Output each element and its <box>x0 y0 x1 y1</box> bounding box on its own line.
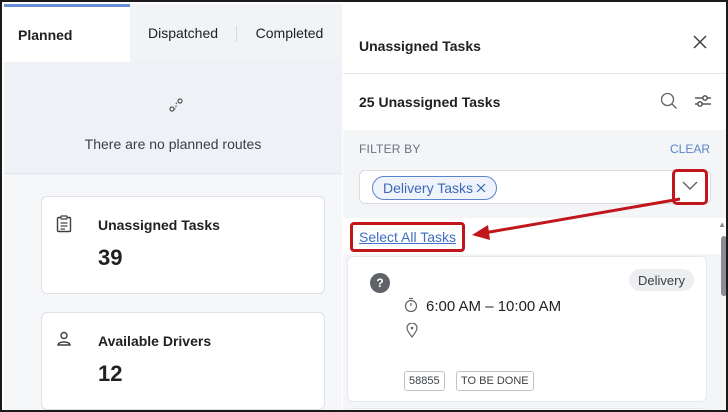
tab-completed-label: Completed <box>255 25 324 41</box>
empty-message: There are no planned routes <box>84 136 262 152</box>
unassigned-tasks-panel: Unassigned Tasks 25 Unassigned Tasks FIL… <box>343 4 726 410</box>
next-task-card[interactable] <box>347 408 707 410</box>
routes-panel: Planned Dispatched Completed There are n… <box>4 4 342 410</box>
route-icon <box>169 98 183 115</box>
task-count: 25 Unassigned Tasks <box>359 94 501 110</box>
location-pin-icon <box>406 322 418 343</box>
unassigned-tasks-card[interactable]: Unassigned Tasks 39 <box>41 196 325 294</box>
tab-completed[interactable]: Completed <box>237 4 342 62</box>
search-icon[interactable] <box>660 92 678 115</box>
filter-dropdown-toggle[interactable] <box>672 169 708 205</box>
tab-planned-label: Planned <box>18 26 73 43</box>
panel-header: Unassigned Tasks <box>343 4 726 74</box>
scrollbar-thumb[interactable] <box>721 236 726 296</box>
scroll-up-arrow[interactable]: ▲ <box>718 220 726 229</box>
task-time-window: 6:00 AM – 10:00 AM <box>426 298 562 315</box>
route-tabs: Planned Dispatched Completed <box>4 4 342 62</box>
unassigned-card-count: 39 <box>98 245 123 270</box>
task-count-row: 25 Unassigned Tasks <box>343 74 726 130</box>
task-card[interactable]: ? Delivery 6:00 AM – 10:00 AM 58855 TO B… <box>347 256 707 402</box>
task-type-filter-select[interactable]: Delivery Tasks <box>359 169 711 205</box>
select-all-tasks-link[interactable]: Select All Tasks <box>359 229 456 245</box>
drivers-card-title: Available Drivers <box>98 333 212 349</box>
task-id-tag: 58855 <box>404 371 445 391</box>
stopwatch-icon <box>404 297 418 316</box>
filter-by-label: FILTER BY <box>359 142 421 156</box>
tab-planned[interactable]: Planned <box>4 4 130 62</box>
remove-chip-icon[interactable] <box>476 180 486 196</box>
filter-settings-icon[interactable] <box>694 92 712 115</box>
task-list: ? Delivery 6:00 AM – 10:00 AM 58855 TO B… <box>343 254 726 410</box>
task-type-badge: Delivery <box>629 269 694 291</box>
unassigned-card-title: Unassigned Tasks <box>98 217 220 233</box>
close-icon[interactable] <box>692 34 708 54</box>
app-frame: Planned Dispatched Completed There are n… <box>0 0 728 412</box>
filter-chip-delivery-tasks: Delivery Tasks <box>372 176 497 200</box>
filter-section: FILTER BY CLEAR Delivery Tasks <box>343 130 726 218</box>
select-all-tasks-highlight: Select All Tasks <box>350 222 466 252</box>
panel-title: Unassigned Tasks <box>359 38 481 54</box>
tab-dispatched[interactable]: Dispatched <box>130 4 236 62</box>
clipboard-icon <box>56 215 72 237</box>
drivers-card-count: 12 <box>98 361 123 386</box>
tab-dispatched-label: Dispatched <box>147 25 219 41</box>
summary-area: Unassigned Tasks 39 Available Drivers 12 <box>4 175 342 410</box>
task-status-tag: TO BE DONE <box>456 371 534 391</box>
filter-chip-label: Delivery Tasks <box>383 180 473 196</box>
clear-filters-button[interactable]: CLEAR <box>670 142 710 156</box>
person-icon <box>56 331 72 351</box>
planned-empty-state: There are no planned routes <box>4 62 342 174</box>
chevron-down-icon <box>682 178 698 196</box>
unknown-status-badge: ? <box>370 273 390 293</box>
available-drivers-card[interactable]: Available Drivers 12 <box>41 312 325 410</box>
